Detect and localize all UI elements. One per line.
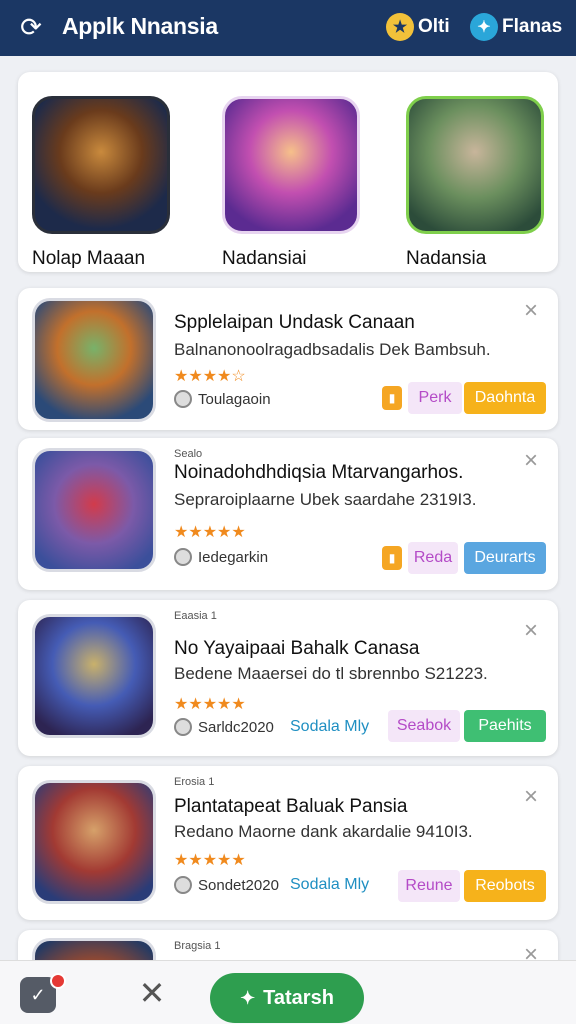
game-art-soldier bbox=[406, 96, 544, 234]
top-action-olti[interactable]: ★ Olti bbox=[386, 12, 450, 42]
featured-game-name: Nadansiai bbox=[222, 248, 307, 269]
primary-button[interactable]: Paehits bbox=[464, 710, 546, 742]
game-list-card[interactable]: Sealo Noinadohdhdiqsia Mtarvangarhos. Se… bbox=[18, 438, 558, 590]
game-meta: Sarldc2020 bbox=[174, 718, 274, 736]
game-description: Balnanonoolragadbsadalis Dek Bambsuh. bbox=[174, 340, 491, 359]
game-thumbnail bbox=[32, 298, 156, 422]
twitter-bird-icon: ✦ bbox=[240, 987, 256, 1008]
game-title: No Yayaipaai Bahalk Canasa bbox=[174, 638, 420, 659]
game-meta: Iedegarkin bbox=[174, 548, 268, 566]
game-description: Bedene Maaersei do tl sbrennbo S21223. bbox=[174, 664, 488, 683]
app-title: Applk Nnansia bbox=[62, 13, 218, 39]
game-category: Eaasia 1 bbox=[174, 610, 217, 622]
rating-stars: ★★★★☆ bbox=[174, 368, 246, 385]
publisher-icon bbox=[174, 548, 192, 566]
game-description: Redano Maorne dank akardalie 9410I3. bbox=[174, 822, 473, 841]
game-category: Sealo bbox=[174, 448, 203, 460]
featured-game-1[interactable]: Nolap Maaan bbox=[32, 96, 192, 270]
publisher-icon bbox=[174, 718, 192, 736]
close-icon[interactable]: × bbox=[518, 448, 544, 474]
game-list-card[interactable]: Eaasia 1 No Yayaipaai Bahalk Canasa Bede… bbox=[18, 600, 558, 756]
game-category: Bragsia 1 bbox=[174, 940, 221, 952]
featured-game-name: Nadansia bbox=[406, 248, 487, 269]
publisher-icon bbox=[174, 876, 192, 894]
battery-badge-icon: ▮ bbox=[382, 386, 402, 410]
refresh-icon[interactable]: ⟳ bbox=[16, 12, 46, 42]
game-list-card[interactable]: Spplelaipan Undask Canaan Balnanonoolrag… bbox=[18, 288, 558, 430]
close-icon[interactable]: × bbox=[518, 784, 544, 810]
twitter-bird-icon: ✦ bbox=[470, 13, 498, 41]
featured-game-name: Nolap Maaan bbox=[32, 248, 146, 269]
secondary-button[interactable]: Reune bbox=[398, 870, 460, 902]
developer-link[interactable]: Sodala Mly bbox=[290, 718, 369, 736]
top-action-label: Flanas bbox=[502, 16, 563, 37]
game-thumbnail bbox=[32, 780, 156, 904]
top-app-bar: ⟳ Applk Nnansia ★ Olti ✦ Flanas bbox=[0, 0, 576, 56]
close-icon[interactable]: × bbox=[518, 618, 544, 644]
game-meta-text: Sarldc2020 bbox=[198, 718, 274, 736]
publisher-icon bbox=[174, 390, 192, 408]
top-action-label: Olti bbox=[418, 16, 450, 37]
secondary-button[interactable]: Reda bbox=[408, 542, 458, 574]
game-thumbnail bbox=[32, 614, 156, 738]
featured-game-3[interactable]: Nadansia bbox=[406, 96, 566, 270]
primary-button[interactable]: Daohnta bbox=[464, 382, 546, 414]
game-meta-text: Iedegarkin bbox=[198, 548, 269, 566]
developer-link[interactable]: Sodala Mly bbox=[290, 876, 369, 894]
game-meta: Sondet2020 bbox=[174, 876, 279, 894]
game-thumbnail bbox=[32, 448, 156, 572]
game-art-heroine bbox=[222, 96, 360, 234]
game-title: Spplelaipan Undask Canaan bbox=[174, 312, 415, 333]
top-action-flanas[interactable]: ✦ Flanas bbox=[470, 12, 562, 42]
bottom-action-bar: ✓ ✕ ✦ Tatarsh bbox=[0, 960, 576, 1024]
primary-button[interactable]: Reobots bbox=[464, 870, 546, 902]
cta-label: Tatarsh bbox=[263, 986, 334, 1009]
notification-dot bbox=[50, 973, 66, 989]
game-art-warrior bbox=[32, 96, 170, 234]
game-description: Sepraroiplaarne Ubek saardahe 2319I3. bbox=[174, 490, 477, 509]
rating-stars: ★★★★★ bbox=[174, 852, 246, 869]
close-x-icon[interactable]: ✕ bbox=[134, 975, 170, 1011]
primary-button[interactable]: Deurarts bbox=[464, 542, 546, 574]
featured-game-2[interactable]: Nadansiai bbox=[222, 96, 382, 270]
battery-badge-icon: ▮ bbox=[382, 546, 402, 570]
game-meta: Toulagaoin bbox=[174, 390, 271, 408]
game-title: Noinadohdhdiqsia Mtarvangarhos. bbox=[174, 462, 464, 483]
rating-stars: ★★★★★ bbox=[174, 524, 246, 541]
game-category: Erosia 1 bbox=[174, 776, 215, 788]
star-icon: ★ bbox=[386, 13, 414, 41]
secondary-button[interactable]: Perk bbox=[408, 382, 462, 414]
secondary-button[interactable]: Seabok bbox=[388, 710, 460, 742]
close-icon[interactable]: × bbox=[518, 298, 544, 324]
rating-stars: ★★★★★ bbox=[174, 696, 246, 713]
game-meta-text: Toulagaoin bbox=[198, 390, 271, 408]
game-title: Plantatapeat Baluak Pansia bbox=[174, 796, 408, 817]
game-list-card[interactable]: Erosia 1 Plantatapeat Baluak Pansia Reda… bbox=[18, 766, 558, 920]
featured-games-panel: Nolap Maaan Nadansiai Nadansia bbox=[18, 72, 558, 272]
game-meta-text: Sondet2020 bbox=[198, 876, 279, 894]
primary-cta-button[interactable]: ✦ Tatarsh bbox=[210, 973, 364, 1023]
